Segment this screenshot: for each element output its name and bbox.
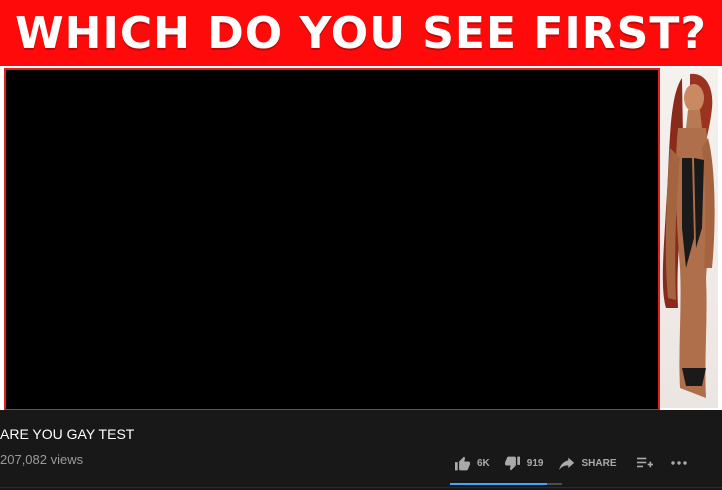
banner-text: WHICH DO YOU SEE FIRST? [15,7,707,59]
share-button[interactable]: SHARE [559,457,617,470]
video-metadata: ARE YOU GAY TEST 207,082 views 6K 919 SH… [0,410,722,490]
like-button[interactable]: 6K [454,456,490,471]
video-frame[interactable] [4,68,660,410]
share-arrow-icon [559,457,575,470]
thumbnail-banner: WHICH DO YOU SEE FIRST? [0,0,722,66]
dislike-button[interactable]: 919 [504,456,544,471]
divider [0,487,722,488]
sentiment-bar-likes [450,483,548,485]
like-count: 6K [477,457,490,469]
video-title: ARE YOU GAY TEST [0,426,135,442]
thumbs-down-icon [504,456,520,470]
more-options-button[interactable] [670,461,687,465]
save-to-playlist-button[interactable] [636,457,653,469]
dislike-count: 919 [526,457,544,469]
more-options-icon [670,461,687,465]
video-page: WHICH DO YOU SEE FIRST? ARE YOU GAY TEST… [0,0,722,490]
share-label: SHARE [581,457,617,469]
view-count: 207,082 views [0,452,84,467]
add-to-playlist-icon [636,457,653,468]
side-photo [660,68,718,408]
person-photo-illustration [662,73,715,398]
thumbs-up-icon [455,456,470,470]
sentiment-bar [450,483,562,485]
video-thumbnail[interactable]: WHICH DO YOU SEE FIRST? [0,0,722,410]
action-bar: 6K 919 SHARE [454,454,687,472]
